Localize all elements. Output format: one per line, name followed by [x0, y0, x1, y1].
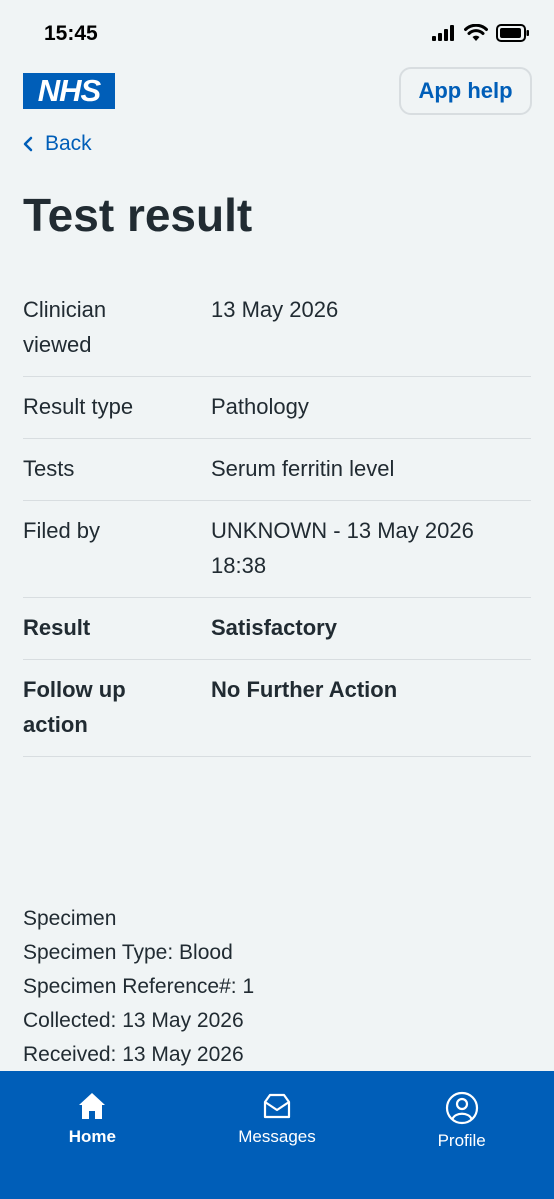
nhs-logo: NHS [23, 73, 115, 109]
status-bar: 15:45 [0, 0, 554, 70]
tab-home-label: Home [68, 1127, 116, 1146]
row-value: No Further Action [211, 677, 398, 702]
tab-profile[interactable]: Profile [369, 1071, 554, 1199]
wifi-icon [464, 24, 488, 41]
status-time: 15:45 [44, 22, 98, 45]
row-value: Serum ferritin level [211, 456, 395, 481]
results-table: Clinician viewed 13 May 2026 Result type… [23, 280, 531, 757]
tab-home[interactable]: Home [0, 1071, 185, 1199]
chevron-left-icon [23, 136, 33, 152]
row-label: Tests [23, 456, 75, 481]
home-icon [79, 1093, 106, 1119]
header: NHS App help [0, 67, 554, 120]
profile-icon [445, 1091, 478, 1125]
row-value: 13 May 2026 [211, 297, 339, 322]
specimen-heading: Specimen [23, 907, 117, 930]
tab-messages[interactable]: Messages [185, 1071, 370, 1199]
signal-icon [432, 25, 454, 41]
row-label: Clinician viewed [23, 297, 107, 357]
row-label: Follow up action [23, 677, 126, 737]
row-follow-up-action: Follow up action No Further Action [23, 660, 531, 757]
row-label: Result [23, 615, 91, 640]
row-result-type: Result type Pathology [23, 377, 531, 439]
specimen-reference: Specimen Reference#: 1 [23, 975, 255, 998]
specimen-collected: Collected: 13 May 2026 [23, 1009, 244, 1032]
row-value: Satisfactory [211, 615, 337, 640]
nhs-logo-text: NHS [37, 73, 101, 108]
row-value: Pathology [211, 394, 309, 419]
envelope-icon [263, 1093, 291, 1119]
page-title: Test result [23, 189, 253, 241]
battery-icon [496, 24, 529, 42]
row-tests: Tests Serum ferritin level [23, 439, 531, 501]
specimen-type: Specimen Type: Blood [23, 941, 233, 964]
status-icons [432, 24, 530, 42]
row-value: UNKNOWN - 13 May 2026 18:38 [211, 518, 474, 578]
row-clinician-viewed: Clinician viewed 13 May 2026 [23, 280, 531, 377]
row-result: Result Satisfactory [23, 598, 531, 660]
row-label: Filed by [23, 518, 101, 543]
back-link[interactable]: Back [23, 132, 92, 156]
row-label: Result type [23, 394, 134, 419]
tab-messages-label: Messages [238, 1127, 316, 1146]
back-label: Back [45, 132, 92, 155]
bottom-tab-bar: Home Messages Profile [0, 1071, 554, 1199]
tab-profile-label: Profile [437, 1131, 486, 1150]
row-filed-by: Filed by UNKNOWN - 13 May 2026 18:38 [23, 501, 531, 598]
specimen-section: Specimen Specimen Type: Blood Specimen R… [23, 902, 254, 1072]
specimen-received: Received: 13 May 2026 [23, 1043, 244, 1066]
app-help-button[interactable]: App help [399, 67, 532, 115]
